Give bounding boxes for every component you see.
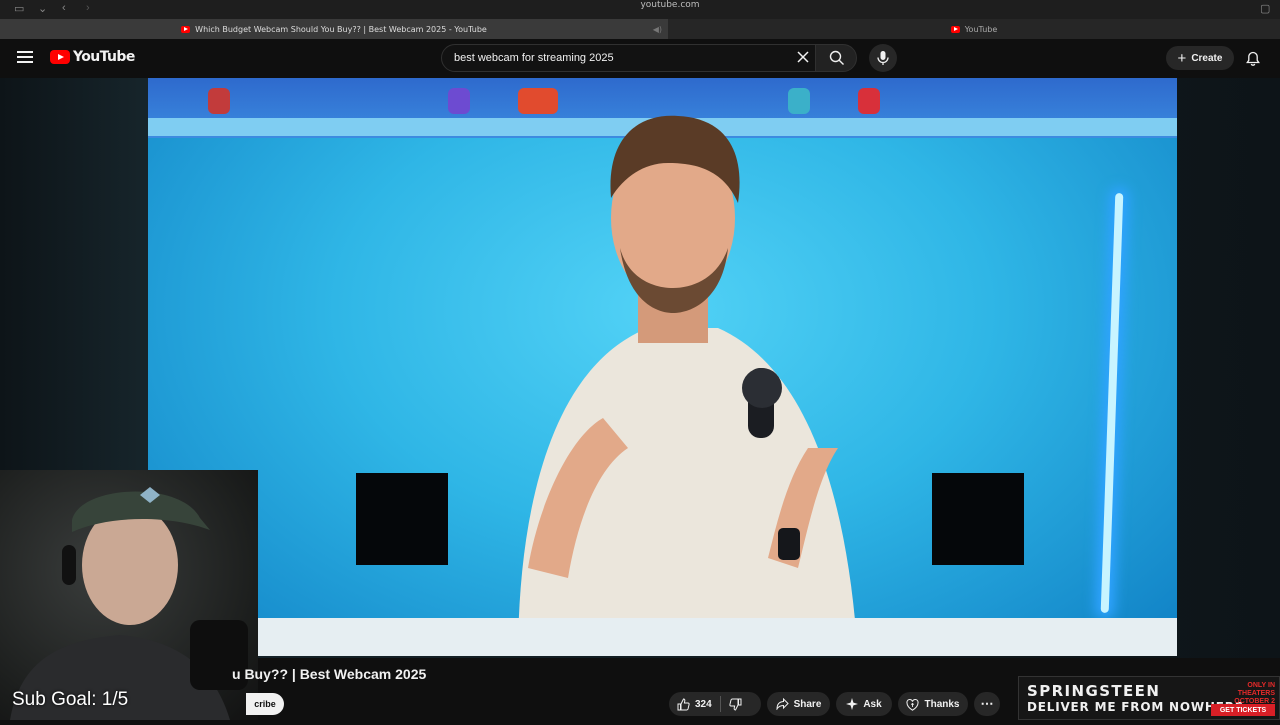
plus-icon: + (1177, 49, 1187, 67)
browser-toolbar: ▭ ⌄ ‹ › youtube.com ▢ (0, 0, 1280, 19)
ad-banner[interactable]: SPRINGSTEEN DELIVER ME FROM NOWHERE ONLY… (1018, 676, 1280, 720)
tab-bar: Which Budget Webcam Should You Buy?? | B… (0, 19, 1280, 39)
address-bar[interactable]: youtube.com (400, 0, 940, 13)
chevron-down-icon[interactable]: ⌄ (38, 2, 47, 15)
thumbs-up-icon (677, 697, 690, 710)
menu-icon[interactable] (17, 51, 33, 63)
dislike-button[interactable] (721, 692, 750, 716)
thanks-label: Thanks (924, 698, 960, 710)
tab-title: Which Budget Webcam Should You Buy?? | B… (195, 24, 487, 34)
create-button[interactable]: + Create (1166, 46, 1234, 70)
ask-button[interactable]: Ask (836, 692, 892, 716)
like-button[interactable]: 324 (669, 692, 720, 716)
video-acoustic-panel (356, 473, 448, 565)
tab-youtube[interactable]: YouTube (668, 19, 1280, 39)
more-horizontal-icon: ⋯ (980, 696, 994, 711)
youtube-favicon-icon (181, 25, 191, 33)
back-icon[interactable]: ‹ (62, 2, 66, 14)
video-presenter (518, 115, 858, 656)
share-button[interactable]: Share (767, 692, 830, 716)
streamer-webcam-overlay (0, 470, 258, 720)
video-desk (148, 618, 1177, 656)
logo-text: YouTube (73, 49, 135, 65)
video-neon-light (1100, 192, 1124, 614)
tab-active[interactable]: Which Budget Webcam Should You Buy?? | B… (0, 19, 668, 39)
get-tickets-button[interactable]: GET TICKETS (1211, 704, 1275, 716)
streamer-figure (10, 487, 248, 720)
tab-title: YouTube (964, 24, 998, 34)
thanks-button[interactable]: Thanks (898, 692, 968, 716)
bell-icon[interactable] (1245, 51, 1261, 67)
search-button[interactable] (815, 44, 857, 72)
video-acoustic-panel (932, 473, 1024, 565)
search-icon (829, 50, 844, 65)
voice-search-button[interactable] (869, 44, 897, 72)
video-prop (208, 88, 230, 114)
video-title: u Buy?? | Best Webcam 2025 (232, 666, 427, 682)
thumbs-down-icon (729, 698, 742, 711)
like-dislike-group: 324 (669, 692, 761, 716)
forward-icon[interactable]: › (86, 2, 90, 14)
search-query: best webcam for streaming 2025 (454, 52, 614, 64)
like-count: 324 (695, 698, 712, 710)
masthead: YouTube best webcam for streaming 2025 +… (0, 39, 1280, 78)
microphone-icon (877, 51, 889, 65)
ad-side: ONLY IN THEATERS OCTOBER 2 GET TICKETS (1209, 677, 1279, 721)
video-player[interactable] (148, 78, 1177, 656)
share-icon (776, 698, 789, 710)
more-actions-button[interactable]: ⋯ (974, 692, 1000, 716)
subscribe-button[interactable]: cribe (246, 693, 284, 715)
create-label: Create (1191, 52, 1223, 64)
youtube-logo[interactable]: YouTube (50, 49, 135, 65)
ad-promo-text: ONLY IN THEATERS OCTOBER 2 (1234, 682, 1275, 705)
youtube-favicon-icon (950, 25, 960, 33)
new-tab-icon[interactable]: ▢ (1260, 2, 1270, 15)
close-icon[interactable] (796, 50, 810, 64)
youtube-play-icon (50, 50, 70, 64)
sparkle-icon (846, 698, 859, 710)
sidebar-toggle-icon[interactable]: ▭ (14, 2, 24, 15)
speaker-icon[interactable]: ◀) (653, 25, 662, 34)
video-prop (448, 88, 470, 114)
thanks-icon (906, 698, 920, 711)
sub-goal-label: Sub Goal: 1/5 (12, 689, 129, 710)
search-input[interactable]: best webcam for streaming 2025 (441, 44, 816, 72)
share-label: Share (793, 698, 822, 710)
ask-label: Ask (863, 698, 882, 710)
